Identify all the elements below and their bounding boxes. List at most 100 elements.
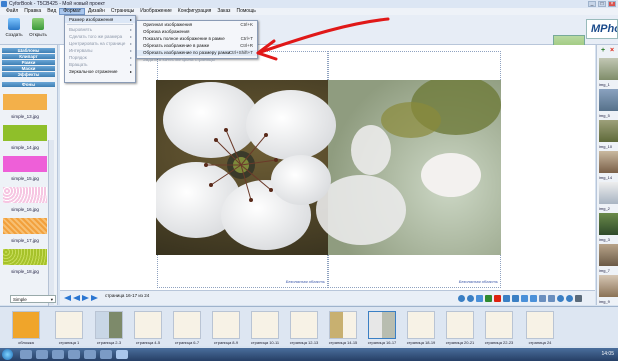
grid-icon[interactable] (539, 295, 546, 302)
menu-file[interactable]: Файл (3, 8, 21, 15)
filmstrip-label: страница 16-17 (367, 340, 397, 345)
filmstrip-thumb[interactable] (251, 311, 279, 339)
close-button[interactable]: × (608, 1, 616, 7)
save-icon[interactable] (512, 295, 519, 302)
start-button[interactable] (2, 349, 13, 360)
background-thumb[interactable] (3, 125, 47, 141)
menu-edit[interactable]: Правка (21, 8, 44, 15)
filmstrip-thumb[interactable] (12, 311, 40, 339)
menu-item-align[interactable]: Выровнять ▸ (65, 26, 135, 33)
filmstrip-thumb[interactable] (526, 311, 554, 339)
image-thumb[interactable] (599, 182, 618, 204)
undo-icon[interactable] (458, 295, 465, 302)
background-set-select[interactable]: Simple ▾ (10, 295, 56, 303)
filmstrip-thumb[interactable] (407, 311, 435, 339)
settings-icon[interactable] (575, 295, 582, 302)
open-button[interactable]: Открыть (27, 18, 49, 37)
submenu-item-set-background[interactable]: Задать в качестве фона страницы (137, 57, 257, 63)
image-thumb[interactable] (599, 275, 618, 297)
maximize-button[interactable]: □ (598, 1, 606, 7)
menu-help[interactable]: Помощь (233, 8, 258, 15)
menu-pages[interactable]: Страницы (108, 8, 137, 15)
first-page-icon[interactable] (64, 295, 71, 301)
zoom-icon[interactable] (476, 295, 483, 302)
last-page-icon[interactable] (91, 295, 98, 301)
submenu-item-crop-in-frame[interactable]: Обрезать изображение в рамке Ctrl+R (137, 43, 257, 49)
image-thumb[interactable] (599, 58, 618, 80)
taskbar-cyforbook-icon[interactable] (116, 350, 128, 359)
zoom-in-icon[interactable] (521, 295, 528, 302)
menu-order[interactable]: Заказ (214, 8, 233, 15)
print-icon[interactable] (548, 295, 555, 302)
filmstrip-thumb[interactable] (212, 311, 240, 339)
taskbar-app-icon[interactable] (20, 350, 32, 359)
duplicate-icon[interactable] (503, 295, 510, 302)
rotate-icon[interactable] (557, 295, 564, 302)
background-thumb[interactable] (3, 218, 47, 234)
image-thumb[interactable] (599, 120, 618, 142)
filmstrip-thumb[interactable] (485, 311, 513, 339)
menu-item-same-size[interactable]: Сделать того же размера ▸ (65, 33, 135, 40)
image-thumb[interactable] (599, 244, 618, 266)
menu-format[interactable]: Формат (59, 8, 85, 15)
filmstrip-thumb[interactable] (134, 311, 162, 339)
menu-item-mirror[interactable]: Зеркальное отражение ▸ (65, 68, 135, 75)
category-frames[interactable]: Рамки (2, 60, 55, 65)
menu-item-image-size[interactable]: Размер изображения ▸ (65, 16, 135, 23)
create-button[interactable]: Создать (3, 18, 25, 37)
filmstrip-thumb[interactable] (290, 311, 318, 339)
filmstrip-thumb[interactable] (95, 311, 123, 339)
page-canvas[interactable]: Безопасная область Безопасная область (60, 45, 595, 290)
category-templates[interactable]: Шаблоны (2, 48, 55, 53)
zoom-out-icon[interactable] (530, 295, 537, 302)
delete-icon[interactable] (494, 295, 501, 302)
remove-image-icon[interactable]: × (610, 47, 614, 54)
background-thumb[interactable] (3, 249, 47, 265)
menu-item-label: Сделать того же размера (69, 34, 123, 39)
menu-image[interactable]: Изображение (137, 8, 175, 15)
submenu-item-original[interactable]: Оригинал изображения Ctrl+K (137, 22, 257, 28)
menu-configuration[interactable]: Конфигурация (175, 8, 215, 15)
background-thumb[interactable] (3, 187, 47, 203)
menu-item-order[interactable]: Порядок ▸ (65, 54, 135, 61)
filmstrip-label: страница 6-7 (174, 340, 200, 345)
refresh-icon[interactable] (566, 295, 573, 302)
menu-view[interactable]: Вид (44, 8, 59, 15)
background-thumb[interactable] (3, 156, 47, 172)
menu-item-rotate[interactable]: Вращать ▸ (65, 61, 135, 68)
filmstrip-thumb[interactable] (173, 311, 201, 339)
category-clipart[interactable]: Клипарт (2, 54, 55, 59)
minimize-button[interactable]: _ (588, 1, 596, 7)
chevron-right-icon: ▸ (129, 41, 132, 46)
taskbar-app-icon[interactable] (68, 350, 80, 359)
submenu-item-crop-to-frame-size[interactable]: Обрезать изображение по размеру рамки Ctr… (137, 50, 257, 56)
category-backgrounds[interactable]: Фоны (2, 82, 55, 87)
category-masks[interactable]: Маски (2, 66, 55, 71)
add-image-icon[interactable]: + (601, 47, 605, 54)
taskbar-app-icon[interactable] (84, 350, 96, 359)
image-thumb[interactable] (599, 213, 618, 235)
submenu-item-crop[interactable]: Обрезка изображения (137, 29, 257, 35)
taskbar-app-icon[interactable] (36, 350, 48, 359)
menu-item-center-on-page[interactable]: Центрировать на странице ▸ (65, 40, 135, 47)
filmstrip-thumb[interactable] (446, 311, 474, 339)
taskbar-app-icon[interactable] (100, 350, 112, 359)
category-effects[interactable]: Эффекты (2, 72, 55, 77)
image-thumb[interactable] (599, 89, 618, 111)
image-thumb[interactable] (599, 151, 618, 173)
taskbar-app-icon[interactable] (52, 350, 64, 359)
filmstrip-thumb[interactable] (329, 311, 357, 339)
prev-page-icon[interactable] (73, 295, 80, 301)
filmstrip-thumb-current[interactable] (368, 311, 396, 339)
add-icon[interactable] (485, 295, 492, 302)
taskbar: 14:05 (0, 348, 618, 361)
menu-item-spacing[interactable]: Интервалы ▸ (65, 47, 135, 54)
flower-photo[interactable] (156, 80, 501, 255)
submenu-item-show-full[interactable]: Показать полное изображение в рамке Ctrl+… (137, 36, 257, 42)
next-page-icon[interactable] (82, 295, 89, 301)
redo-icon[interactable] (467, 295, 474, 302)
menu-design[interactable]: Дизайн (85, 8, 108, 15)
background-thumb[interactable] (3, 94, 47, 110)
filmstrip-thumb[interactable] (55, 311, 83, 339)
chevron-right-icon: ▸ (129, 48, 132, 53)
